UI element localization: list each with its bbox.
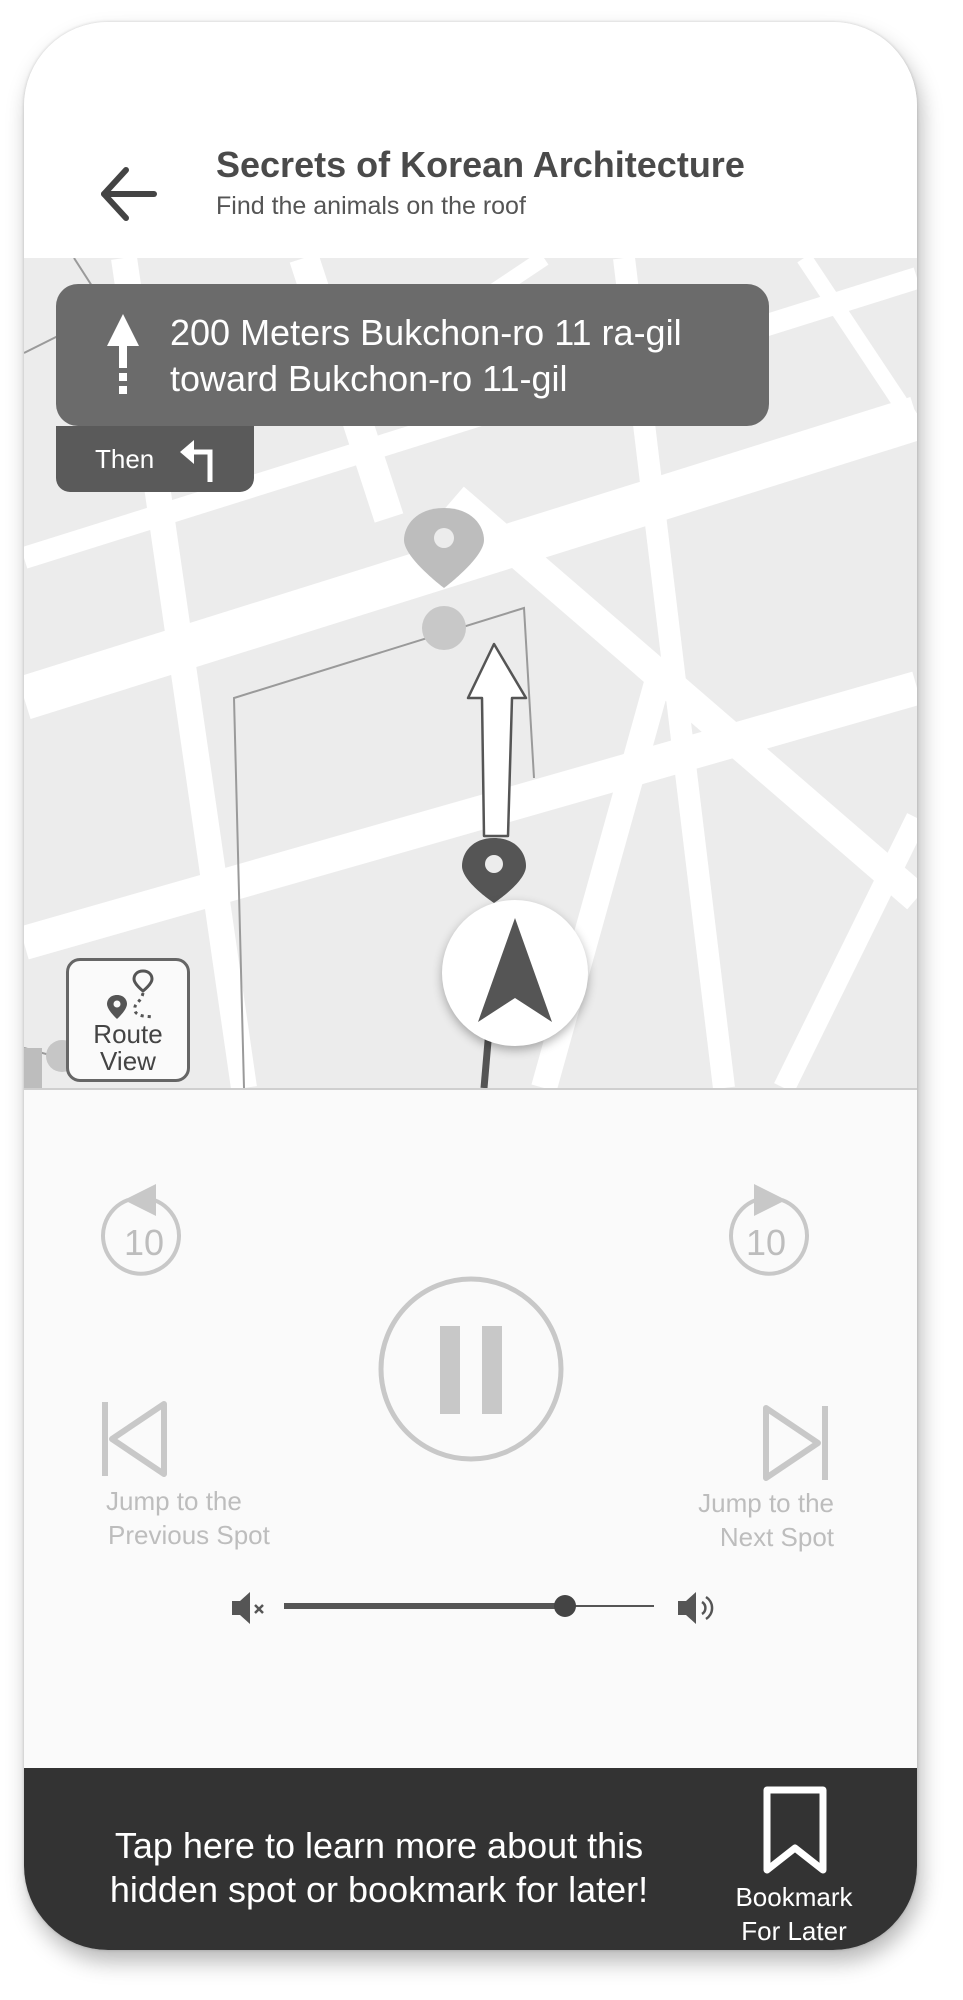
turn-left-icon: [180, 440, 213, 482]
rewind-seconds: 10: [123, 1222, 165, 1263]
then-label: Then: [95, 444, 155, 474]
instruction-line-2: toward Bukchon-ro 11-gil: [170, 358, 568, 399]
audio-player: 10 10 Jump to the Previous Spot Jump to …: [24, 1088, 917, 1770]
volume-track-filled: [284, 1603, 565, 1609]
phone-frame: Secrets of Korean Architecture Find the …: [24, 22, 917, 1950]
bookmark-icon: [763, 1786, 827, 1874]
bookmark-label: Bookmark For Later: [735, 1882, 853, 1946]
arrow-up-icon: [107, 314, 139, 394]
next-spot-label: Jump to the Next Spot: [698, 1488, 834, 1552]
learn-more-banner[interactable]: Tap here to learn more about this hidden…: [24, 1768, 917, 1950]
next-spot-button[interactable]: [750, 1404, 830, 1484]
previous-spot-button[interactable]: [100, 1400, 180, 1480]
banner-text: Tap here to learn more about this hidden…: [109, 1825, 649, 1910]
volume-slider[interactable]: [284, 1586, 654, 1626]
map-view[interactable]: 200 Meters Bukchon-ro 11 ra-gil toward B…: [24, 258, 917, 1088]
route-view-label: Route View: [93, 1019, 163, 1076]
rewind-10-button[interactable]: 10: [94, 1174, 194, 1284]
navigation-instruction-card: 200 Meters Bukchon-ro 11 ra-gil toward B…: [56, 284, 769, 426]
skip-previous-icon: [102, 1401, 167, 1477]
then-instruction: Then: [56, 426, 254, 492]
navigation-arrow-icon: [478, 918, 552, 1022]
bookmark-button[interactable]: Bookmark For Later: [704, 1782, 884, 1948]
header: Secrets of Korean Architecture Find the …: [24, 22, 917, 258]
forward-10-button[interactable]: 10: [716, 1174, 816, 1284]
forward-seconds: 10: [745, 1222, 787, 1263]
back-button[interactable]: [96, 162, 160, 226]
pause-icon: [378, 1276, 564, 1462]
pause-button[interactable]: [376, 1274, 566, 1464]
route-pins-icon: [107, 969, 154, 1019]
volume-up-button[interactable]: [676, 1588, 720, 1628]
arrow-left-icon: [101, 167, 157, 221]
volume-up-icon: [678, 1592, 714, 1624]
recenter-compass-button[interactable]: [442, 900, 588, 1046]
instruction-line-1: 200 Meters Bukchon-ro 11 ra-gil: [170, 312, 682, 353]
volume-knob[interactable]: [554, 1595, 576, 1617]
page-subtitle: Find the animals on the roof: [216, 192, 526, 220]
route-view-button[interactable]: Route View: [66, 958, 190, 1082]
mute-button[interactable]: [230, 1588, 270, 1628]
volume-mute-icon: [232, 1592, 264, 1624]
current-location-pin-icon: [462, 838, 526, 903]
volume-track-remaining: [565, 1605, 654, 1607]
page-title: Secrets of Korean Architecture: [216, 144, 745, 185]
skip-next-icon: [763, 1405, 828, 1481]
previous-spot-label: Jump to the Previous Spot: [106, 1486, 270, 1550]
